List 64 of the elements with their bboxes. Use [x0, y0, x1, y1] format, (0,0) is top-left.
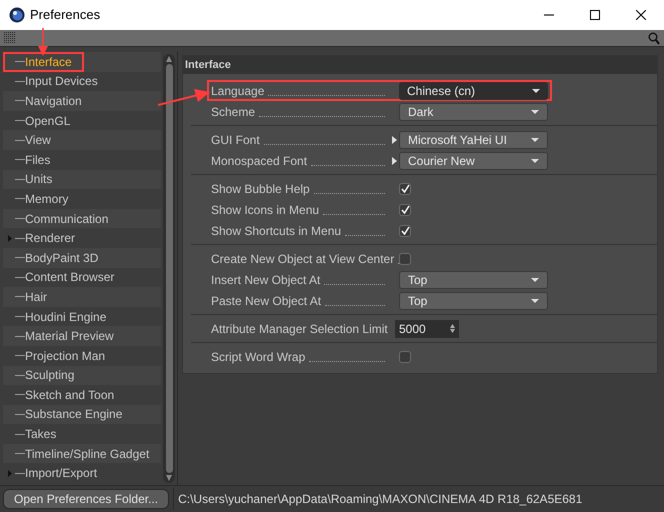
checkbox[interactable]: [399, 252, 411, 264]
checkbox[interactable]: [399, 350, 411, 362]
scroll-down-icon[interactable]: [166, 475, 172, 481]
setting-label: Show Shortcuts in Menu: [211, 222, 342, 240]
sidebar-item[interactable]: Projection Man: [25, 346, 106, 365]
scrollbar[interactable]: [163, 54, 175, 483]
open-folder-button[interactable]: Open Preferences Folder...: [3, 489, 170, 509]
caret-icon: [531, 158, 539, 162]
leader-line: [314, 192, 385, 194]
submenu-arrow-icon[interactable]: [392, 156, 396, 164]
setting-label: Monospaced Font: [211, 152, 308, 170]
number-field[interactable]: 5000: [395, 320, 459, 338]
sidebar-item[interactable]: Content Browser: [25, 268, 114, 286]
checkbox[interactable]: [399, 204, 411, 216]
setting-label: Create New Object at View Center: [211, 250, 394, 268]
maximize-icon: [590, 10, 600, 20]
sidebar-item[interactable]: Import/Export: [25, 464, 98, 482]
dropdown[interactable]: Top: [399, 292, 548, 310]
app-logo-icon: [9, 7, 25, 23]
sidebar-item[interactable]: View: [25, 131, 51, 150]
panel-header: Interface: [183, 56, 657, 74]
setting-label: Show Icons in Menu: [211, 202, 320, 218]
check-icon: [400, 205, 410, 214]
sidebar-item[interactable]: Sketch and Toon: [25, 386, 114, 404]
dropdown[interactable]: Courier New: [399, 152, 548, 170]
setting-label: Show Bubble Help: [211, 180, 310, 198]
caret-icon: [531, 138, 539, 142]
sidebar-item[interactable]: Files: [25, 150, 50, 169]
close-icon: [636, 10, 646, 20]
sidebar-item[interactable]: Input Devices: [25, 72, 98, 90]
sidebar-item[interactable]: Takes: [25, 425, 56, 444]
setting-label: GUI Font: [211, 132, 260, 148]
scroll-up-icon[interactable]: [166, 56, 172, 62]
caret-icon: [531, 278, 539, 282]
checkbox[interactable]: [399, 224, 411, 236]
leader-line: [325, 304, 385, 306]
sidebar-item[interactable]: Units: [25, 170, 52, 188]
check-icon: [400, 184, 410, 193]
checkbox[interactable]: [399, 182, 411, 194]
spinner-icon: [450, 324, 455, 333]
setting-label: Script Word Wrap: [211, 348, 306, 366]
dropdown[interactable]: Dark: [399, 102, 548, 120]
check-icon: [400, 226, 410, 235]
search-icon[interactable]: [648, 32, 660, 44]
leader-line: [345, 234, 385, 236]
sidebar-item[interactable]: Hair: [25, 288, 48, 306]
submenu-arrow-icon[interactable]: [392, 136, 396, 144]
caret-icon: [531, 110, 539, 114]
setting-label: Insert New Object At: [211, 272, 320, 288]
caret-icon: [531, 298, 539, 302]
sidebar-item[interactable]: Renderer: [25, 229, 76, 248]
setting-label: Language: [211, 82, 264, 100]
dropdown[interactable]: Chinese (cn): [399, 82, 548, 100]
sidebar-item[interactable]: Memory: [25, 190, 68, 208]
setting-label: Attribute Manager Selection Limit: [211, 320, 388, 338]
dropdown[interactable]: Microsoft YaHei UI: [399, 130, 548, 148]
window-title: Preferences: [30, 6, 100, 24]
setting-label: Paste New Object At: [211, 292, 322, 310]
dropdown[interactable]: Top: [399, 270, 548, 288]
setting-label: Scheme: [211, 104, 256, 120]
sidebar-item[interactable]: OpenGL: [25, 112, 70, 130]
grip-icon[interactable]: [4, 32, 16, 44]
caret-icon: [532, 88, 540, 92]
sidebar-item[interactable]: Houdini Engine: [25, 308, 106, 326]
